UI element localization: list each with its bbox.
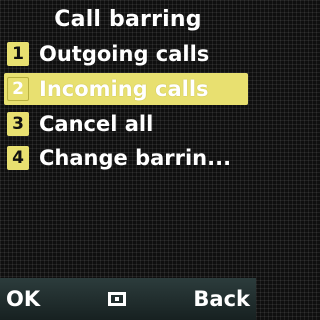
number-badge-3: 3: [7, 112, 29, 136]
softkey-bar: OK Back: [0, 278, 256, 320]
menu-item-label: Cancel all: [39, 112, 154, 136]
menu-item-label: Incoming calls: [39, 77, 209, 101]
menu-item-label: Outgoing calls: [39, 42, 210, 66]
left-softkey-ok[interactable]: OK: [6, 287, 40, 311]
number-badge-4: 4: [7, 146, 29, 170]
number-badge-2: 2: [7, 77, 29, 101]
menu-item-incoming-calls[interactable]: 2 Incoming calls: [4, 73, 248, 105]
number-badge-1: 1: [7, 42, 29, 66]
right-softkey-back[interactable]: Back: [193, 287, 250, 311]
menu-item-outgoing-calls[interactable]: 1 Outgoing calls: [0, 38, 256, 70]
menu-item-cancel-all[interactable]: 3 Cancel all: [0, 108, 256, 140]
screen-title: Call barring: [54, 6, 202, 32]
menu-item-label: Change barrin...: [39, 146, 232, 170]
select-dot: [114, 297, 119, 301]
menu-item-change-barring[interactable]: 4 Change barrin...: [0, 142, 256, 174]
select-square-icon[interactable]: [107, 292, 126, 306]
